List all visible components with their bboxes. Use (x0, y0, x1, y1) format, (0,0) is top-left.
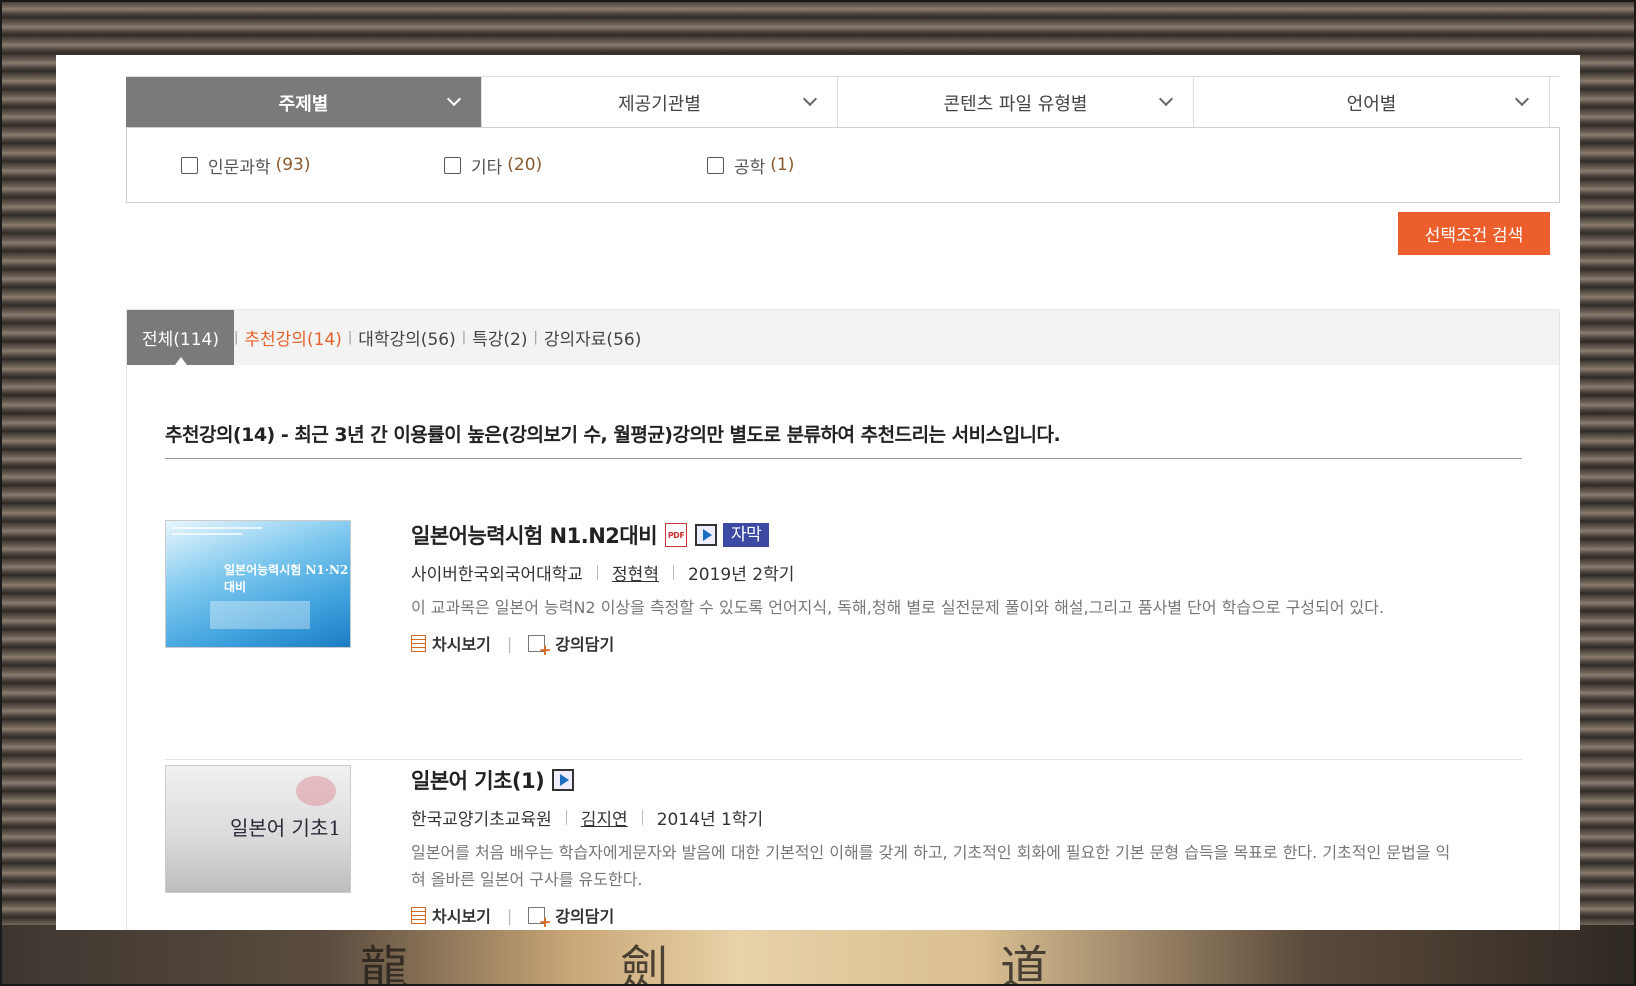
search-button[interactable]: 선택조건 검색 (1398, 212, 1550, 255)
tab-label: 전체(114) (142, 330, 219, 350)
background-bottom: 龍 劍 道 (0, 925, 1636, 986)
professor-link[interactable]: 정현혁 (612, 560, 659, 585)
divider: | (506, 905, 513, 925)
professor-link[interactable]: 김지연 (581, 805, 628, 830)
course-title-row: 일본어능력시험 N1.N2대비 PDF 자막 (411, 520, 1461, 550)
chevron-down-icon (446, 91, 462, 107)
institution: 한국교양기초교육원 (411, 810, 552, 830)
filter-tab-language[interactable]: 언어별 (1194, 77, 1550, 128)
course-item: 일본어 기초1 일본어 기초(1) 한국교양기초교육원 김지연 2014년 1학… (165, 765, 1522, 930)
content-tabs: 전체(114) | 추천강의(14) | 대학강의(56) | 특강(2) | … (127, 310, 1559, 365)
caret-up-icon (174, 357, 187, 365)
video-icon (695, 524, 718, 546)
thumbnail-title: 일본어능력시험 N1·N2 대비 (224, 563, 349, 594)
term: 2019년 2학기 (687, 565, 795, 585)
content-area: 전체(114) | 추천강의(14) | 대학강의(56) | 특강(2) | … (126, 309, 1560, 930)
action-label: 강의담기 (555, 635, 615, 654)
course-actions: 차시보기 | 강의담기 (411, 631, 1461, 659)
filter-option-label: 기타 (471, 157, 503, 178)
subtitle-badge: 자막 (723, 523, 770, 547)
chevron-down-icon (1514, 91, 1530, 107)
divider: | (506, 633, 513, 653)
add-course-button[interactable]: 강의담기 (528, 631, 615, 659)
divider (565, 810, 567, 825)
divider (672, 565, 674, 580)
course-thumbnail[interactable]: 일본어능력시험 N1·N2 대비 (165, 520, 351, 648)
course-item: 일본어능력시험 N1·N2 대비 일본어능력시험 N1.N2대비 PDF 자막 … (165, 520, 1522, 760)
tab-materials[interactable]: 강의자료(56) (538, 325, 647, 350)
course-meta: 사이버한국외국어대학교 정현혁 2019년 2학기 (411, 560, 1461, 585)
filter-option-etc[interactable]: 기타 (20) (444, 153, 707, 178)
tab-university[interactable]: 대학강의(56) (352, 325, 461, 350)
checkbox[interactable] (707, 156, 724, 174)
add-folder-icon (528, 906, 551, 930)
term: 2014년 1학기 (656, 810, 764, 830)
view-sessions-button[interactable]: 차시보기 (411, 903, 491, 927)
chevron-down-icon (802, 91, 818, 107)
filter-tab-label: 언어별 (1346, 93, 1397, 115)
filter-tabs: 주제별 제공기관별 콘텐츠 파일 유형별 언어별 (126, 76, 1560, 128)
filter-option-label: 공학 (734, 157, 766, 178)
course-title[interactable]: 일본어능력시험 N1.N2대비 (411, 520, 658, 550)
filter-option-count: (1) (770, 155, 795, 175)
course-meta: 한국교양기초교육원 김지연 2014년 1학기 (411, 805, 1461, 830)
thumbnail-decoration (210, 601, 310, 629)
course-description: 일본어를 처음 배우는 학습자에게문자와 발음에 대한 기본적인 이해를 갖게 … (411, 843, 1451, 889)
filter-tab-label: 콘텐츠 파일 유형별 (943, 93, 1088, 115)
view-sessions-button[interactable]: 차시보기 (411, 631, 491, 655)
filter-option-engineering[interactable]: 공학 (1) (707, 153, 970, 178)
divider (641, 810, 643, 825)
filter-option-label: 인문과학 (208, 157, 271, 178)
thumbnail-title: 일본어 기초1 (230, 816, 342, 840)
chevron-down-icon (1158, 91, 1174, 107)
action-label: 차시보기 (432, 907, 491, 926)
list-icon (411, 906, 426, 924)
action-label: 강의담기 (555, 907, 615, 926)
institution: 사이버한국외국어대학교 (411, 565, 584, 585)
filter-tab-subject[interactable]: 주제별 (126, 77, 482, 128)
filter-option-humanities[interactable]: 인문과학 (93) (181, 153, 444, 178)
action-label: 차시보기 (432, 635, 491, 654)
course-actions: 차시보기 | 강의담기 (411, 903, 1461, 930)
background-decoration: 道 (1000, 941, 1049, 986)
background-decoration: 劍 (620, 941, 669, 986)
video-icon (552, 769, 575, 791)
add-folder-icon (528, 634, 551, 659)
thumbnail-decoration (172, 527, 262, 529)
list-icon (411, 634, 426, 652)
course-info: 일본어능력시험 N1.N2대비 PDF 자막 사이버한국외국어대학교 정현혁 2… (411, 520, 1461, 659)
filter-option-count: (20) (507, 155, 543, 175)
course-title-row: 일본어 기초(1) (411, 765, 1461, 795)
course-info: 일본어 기초(1) 한국교양기초교육원 김지연 2014년 1학기 일본어를 처… (411, 765, 1461, 930)
course-thumbnail[interactable]: 일본어 기초1 (165, 765, 351, 893)
filter-tab-file-type[interactable]: 콘텐츠 파일 유형별 (838, 77, 1194, 128)
tab-all[interactable]: 전체(114) (127, 310, 234, 365)
filter-tab-institution[interactable]: 제공기관별 (482, 77, 838, 128)
background-decoration: 龍 (360, 941, 409, 986)
course-description: 이 교과목은 일본어 능력N2 이상을 측정할 수 있도록 언어지식, 독해,청… (411, 598, 1385, 617)
pdf-icon: PDF (665, 523, 688, 547)
course-title[interactable]: 일본어 기초(1) (411, 765, 545, 795)
checkbox[interactable] (181, 156, 198, 174)
main-panel: 주제별 제공기관별 콘텐츠 파일 유형별 언어별 인문과학 (93) 기타 (2… (56, 55, 1580, 930)
filter-tab-label: 주제별 (278, 93, 329, 115)
tab-recommended[interactable]: 추천강의(14) (238, 325, 347, 350)
filter-option-count: (93) (275, 155, 311, 175)
filter-tab-label: 제공기관별 (618, 93, 701, 115)
tab-special[interactable]: 특강(2) (466, 325, 533, 350)
divider (597, 565, 599, 580)
checkbox[interactable] (444, 156, 461, 174)
filter-options: 인문과학 (93) 기타 (20) 공학 (1) (126, 127, 1560, 203)
thumbnail-decoration (296, 776, 336, 806)
thumbnail-decoration (172, 533, 242, 535)
recommendation-notice: 추천강의(14) - 최근 3년 간 이용률이 높은(강의보기 수, 월평균)강… (165, 420, 1522, 459)
add-course-button[interactable]: 강의담기 (528, 903, 615, 930)
